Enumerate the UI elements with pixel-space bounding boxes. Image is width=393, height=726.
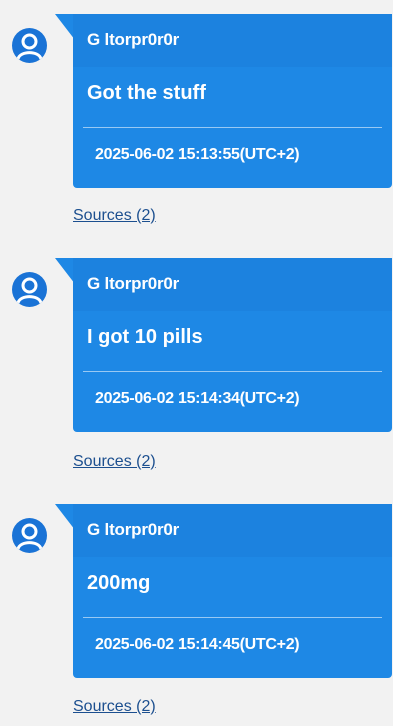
message-text: 200mg xyxy=(87,572,151,594)
bubble-tail xyxy=(55,14,75,40)
message-text: Got the stuff xyxy=(87,82,206,104)
sources-link[interactable]: Sources (2) xyxy=(73,698,156,716)
message-bubble[interactable]: G ltorpr0r0r Got the stuff 2025-06-02 15… xyxy=(73,14,392,188)
message-timestamp: 2025-06-02 15:14:45(UTC+2) xyxy=(95,636,300,653)
message-timestamp: 2025-06-02 15:13:55(UTC+2) xyxy=(95,146,300,163)
bubble-tail xyxy=(55,504,75,530)
sources-link[interactable]: Sources (2) xyxy=(73,453,156,471)
bubble-tail xyxy=(55,258,75,284)
message-sender: G ltorpr0r0r xyxy=(73,14,392,67)
message-sender: G ltorpr0r0r xyxy=(73,504,392,557)
message-bubble[interactable]: G ltorpr0r0r 200mg 2025-06-02 15:14:45(U… xyxy=(73,504,392,678)
sources-link[interactable]: Sources (2) xyxy=(73,207,156,225)
user-avatar-icon[interactable] xyxy=(12,28,47,63)
message-text: I got 10 pills xyxy=(87,326,203,348)
user-avatar-icon[interactable] xyxy=(12,518,47,553)
message-timestamp: 2025-06-02 15:14:34(UTC+2) xyxy=(95,390,300,407)
message-bubble[interactable]: G ltorpr0r0r I got 10 pills 2025-06-02 1… xyxy=(73,258,392,432)
user-avatar-icon[interactable] xyxy=(12,272,47,307)
message-feed: G ltorpr0r0r Got the stuff 2025-06-02 15… xyxy=(0,0,393,726)
message-sender: G ltorpr0r0r xyxy=(73,258,392,311)
